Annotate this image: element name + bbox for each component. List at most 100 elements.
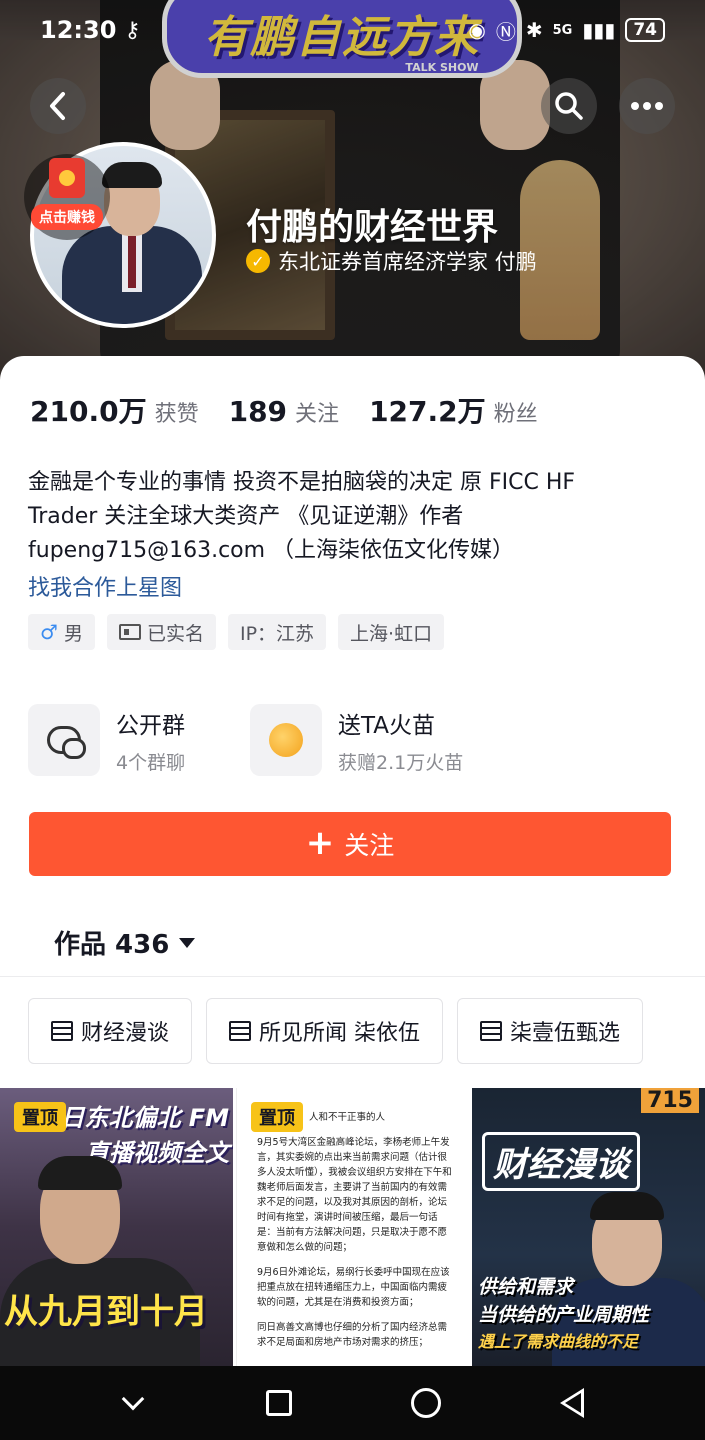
gender-tag: ♂ 男 xyxy=(28,614,95,650)
verified-label: 已实名 xyxy=(146,622,204,645)
stat-following[interactable]: 189 关注 xyxy=(229,395,339,428)
more-button[interactable] xyxy=(619,78,675,134)
plus-icon: + xyxy=(305,822,335,863)
feature-icon-box xyxy=(28,704,100,776)
send-flame-entry[interactable]: 送TA火苗 获赠2.1万火苗 xyxy=(250,704,463,776)
circle-icon xyxy=(410,1388,441,1418)
video-caption: 遇上了需求曲线的不足 xyxy=(478,1332,639,1351)
bio-line: 金融是个专业的事情 投资不是拍脑袋的决定 原 FICC HF xyxy=(28,470,576,495)
nfc-icon: Ⓝ xyxy=(495,19,516,44)
status-bar: 12:30 ⚷ ◉ Ⓝ ✱ 5G ▮▮▮ 74 xyxy=(0,0,705,60)
stat-value: 127.2万 xyxy=(369,395,486,428)
feature-subtitle: 获赠2.1万火苗 xyxy=(338,751,464,774)
search-icon xyxy=(555,92,583,120)
verified-check-icon: ✓ xyxy=(246,249,270,273)
collection-label: 柒壹伍甄选 xyxy=(510,1021,621,1046)
video-grid: 月7日东北偏北 FM直播视频全文 从九月到十月 置顶 人和不干正事的人 9月5号… xyxy=(0,1088,705,1366)
key-icon: ⚷ xyxy=(124,17,141,43)
eye-icon: ◉ xyxy=(468,18,486,42)
stat-label: 关注 xyxy=(295,402,340,427)
profile-name: 付鹏的财经世界 xyxy=(246,207,499,248)
male-icon: ♂ xyxy=(40,620,58,644)
collection-chip[interactable]: 所见所闻 柒依伍 xyxy=(206,998,444,1064)
stat-label: 获赞 xyxy=(154,402,199,427)
verification-row: ✓ 东北证券首席经济学家 付鹏 xyxy=(246,246,537,276)
collection-chips: 财经漫谈 所见所闻 柒依伍 柒壹伍甄选 xyxy=(28,998,644,1064)
square-icon xyxy=(266,1390,293,1416)
tab-works[interactable]: 作品 436 xyxy=(54,924,196,961)
earn-money-label: 点击赚钱 xyxy=(31,204,103,230)
system-back-button[interactable] xyxy=(542,1373,602,1433)
collection-chip[interactable]: 财经漫谈 xyxy=(28,998,193,1064)
earn-money-badge[interactable]: 点击赚钱 xyxy=(24,154,110,240)
profile-card: 210.0万 获赞 189 关注 127.2万 粉丝 金融是个专业的事情 投资不… xyxy=(0,356,705,1366)
video-caption: 从九月到十月 xyxy=(4,1292,208,1332)
coin-icon xyxy=(59,170,75,186)
hide-keyboard-button[interactable] xyxy=(103,1373,163,1433)
follow-label: 关注 xyxy=(344,831,395,860)
battery-indicator: 74 xyxy=(625,18,665,42)
bio-line: fupeng715@163.com （上海柒依伍文化传媒） xyxy=(28,538,515,563)
chat-bubbles-icon xyxy=(47,726,86,759)
collection-chip[interactable]: 柒壹伍甄选 xyxy=(457,998,644,1064)
bio-text[interactable]: 金融是个专业的事情 投资不是拍脑袋的决定 原 FICC HF Trader 关注… xyxy=(28,466,678,568)
ip-tag: IP：江苏 xyxy=(227,614,327,650)
stack-icon xyxy=(229,1021,252,1041)
feature-subtitle: 4个群聊 xyxy=(116,751,186,774)
profile-screen: 有鹏自远方来 TALK SHOW 12:30 ⚷ ◉ Ⓝ ✱ 5G ▮▮▮ 74 xyxy=(0,0,705,1440)
video-caption: 当供给的产业周期性 xyxy=(478,1304,650,1326)
stats-row: 210.0万 获赞 189 关注 127.2万 粉丝 xyxy=(30,390,538,430)
feature-title: 送TA火苗 xyxy=(338,712,435,739)
profile-tags: ♂ 男 已实名 IP：江苏 上海·虹口 xyxy=(28,614,445,650)
doc-paragraph: 9月6日外滩论坛，易纲行长委呼中国现在应该把重点放在扭转通缩压力上，中国面临内需… xyxy=(257,1267,450,1308)
chevron-down-icon xyxy=(121,1387,145,1411)
more-horizontal-icon xyxy=(631,102,663,110)
video-thumbnail[interactable]: 715 财经漫谈 供给和需求 当供给的产业周期性 遇上了需求曲线的不足 xyxy=(472,1088,705,1366)
pinned-badge: 置顶 xyxy=(251,1102,303,1132)
caret-down-icon xyxy=(179,937,196,948)
stat-likes[interactable]: 210.0万 获赞 xyxy=(30,390,199,430)
thumb-person-hair xyxy=(38,1156,122,1190)
recents-button[interactable] xyxy=(249,1373,309,1433)
ip-label: IP：江苏 xyxy=(239,622,315,645)
bio-line: Trader 关注全球大类资产 《见证逆潮》作者 xyxy=(28,504,464,529)
public-group-entry[interactable]: 公开群 4个群聊 xyxy=(28,704,185,776)
bluetooth-icon: ✱ xyxy=(525,18,543,42)
triangle-back-icon xyxy=(559,1388,584,1418)
collaboration-link[interactable]: 找我合作上星图 xyxy=(28,570,182,602)
video-caption: 供给和需求 xyxy=(478,1276,574,1298)
feature-title: 公开群 xyxy=(116,712,185,739)
follow-button[interactable]: + 关注 xyxy=(29,812,671,876)
video-thumbnail[interactable]: 月7日东北偏北 FM直播视频全文 从九月到十月 置顶 xyxy=(0,1088,233,1366)
gender-label: 男 xyxy=(63,622,83,645)
stat-followers[interactable]: 127.2万 粉丝 xyxy=(369,390,538,430)
chevron-left-icon xyxy=(50,92,65,120)
back-button[interactable] xyxy=(30,78,86,134)
avatar-hair xyxy=(102,162,162,188)
verification-text: 东北证券首席经济学家 付鹏 xyxy=(278,250,537,274)
feature-icon-box xyxy=(250,704,322,776)
verified-tag: 已实名 xyxy=(106,614,216,650)
flame-coin-icon xyxy=(269,723,303,757)
stack-icon xyxy=(51,1021,73,1041)
home-button[interactable] xyxy=(396,1373,456,1433)
red-envelope-icon xyxy=(49,158,85,198)
series-title: 财经漫谈 xyxy=(482,1132,640,1191)
doc-paragraph: 9月5号大湾区金融高峰论坛，李杨老师上午发言，其实委婉的点出来当前需求问题（估计… xyxy=(257,1137,452,1253)
status-time: 12:30 xyxy=(40,16,117,44)
signal-icon: ▮▮▮ xyxy=(582,18,616,42)
video-thumbnail[interactable]: 人和不干正事的人 9月5号大湾区金融高峰论坛，李杨老师上午发言，其实委婉的点出来… xyxy=(236,1088,469,1366)
network-label: 5G xyxy=(552,22,573,38)
divider xyxy=(0,976,705,977)
status-indicators: ◉ Ⓝ ✱ 5G ▮▮▮ 74 xyxy=(468,16,665,45)
stat-value: 210.0万 xyxy=(30,395,147,428)
collection-label: 财经漫谈 xyxy=(81,1021,170,1046)
system-nav-bar xyxy=(0,1366,705,1440)
search-button[interactable] xyxy=(541,78,597,134)
feature-text: 公开群 4个群聊 xyxy=(116,706,185,775)
avatar-tie xyxy=(128,236,136,288)
feature-text: 送TA火苗 获赠2.1万火苗 xyxy=(338,706,463,775)
document-text: 人和不干正事的人 9月5号大湾区金融高峰论坛，李杨老师上午发言，其实委婉的点出来… xyxy=(257,1110,455,1360)
works-tab-label: 作品 436 xyxy=(54,930,170,960)
thumb-person-hair xyxy=(590,1192,664,1220)
